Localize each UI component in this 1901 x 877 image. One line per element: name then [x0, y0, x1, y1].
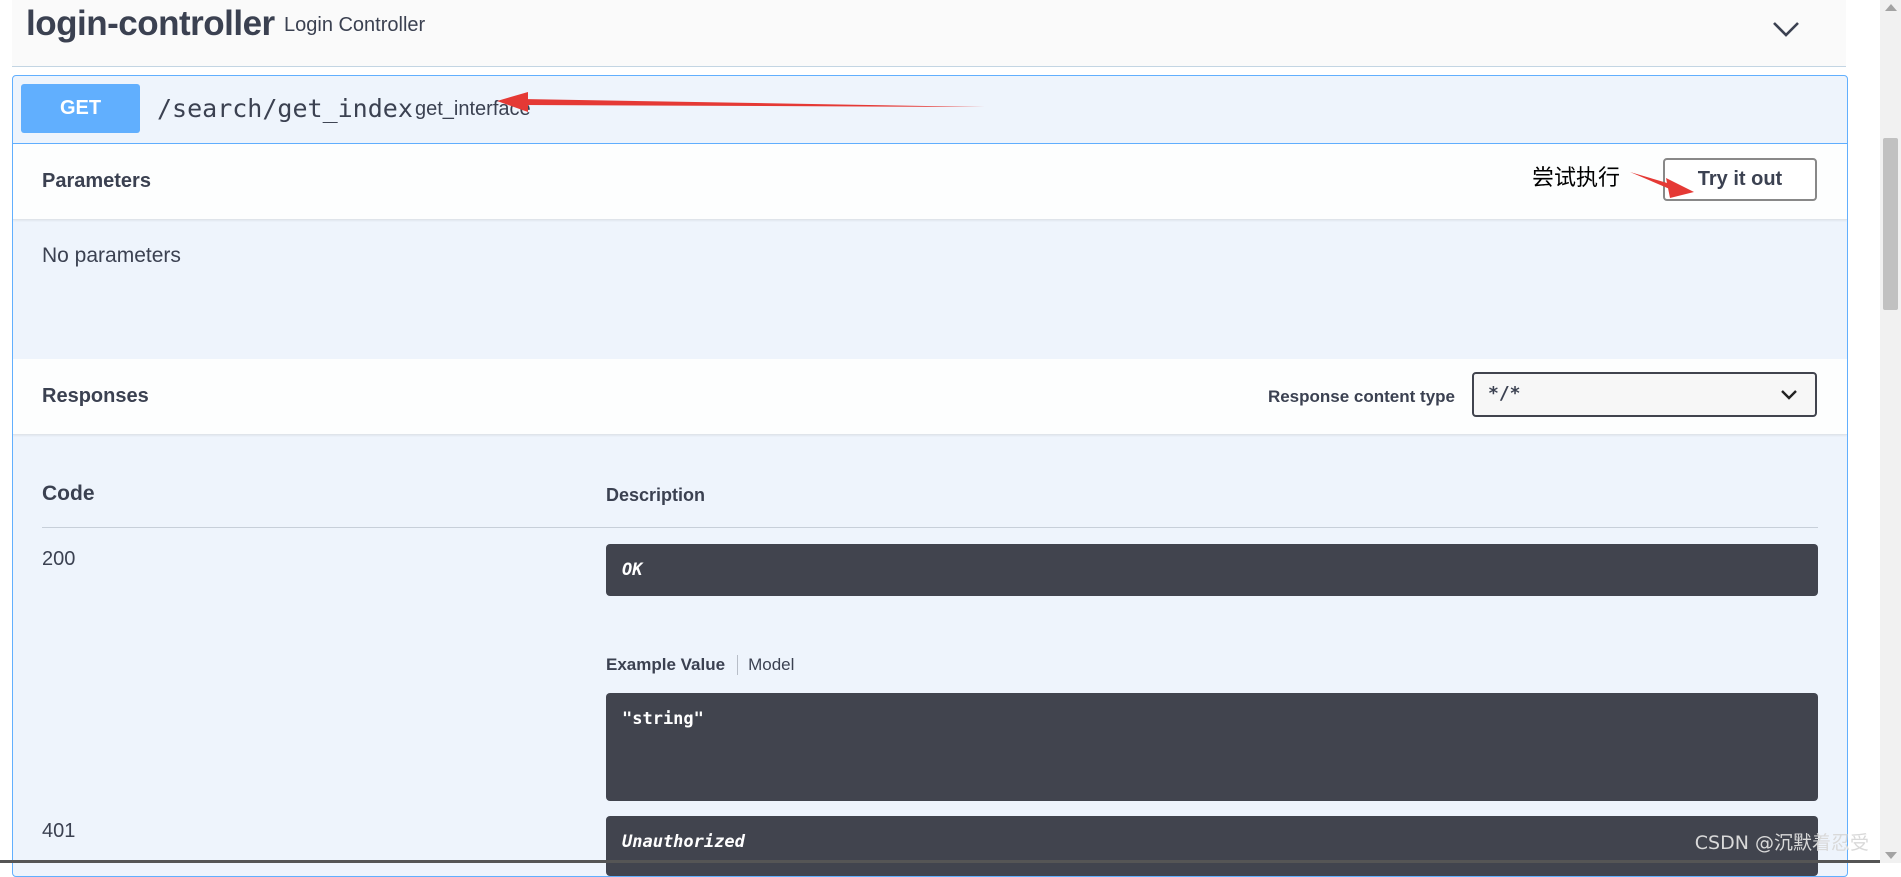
- vertical-scrollbar[interactable]: [1880, 0, 1901, 863]
- tag-header[interactable]: login-controller Login Controller: [12, 0, 1846, 67]
- col-code-header: Code: [42, 482, 95, 505]
- watermark: CSDN @沉默着忍受: [1694, 832, 1869, 854]
- header-divider: [42, 527, 1818, 528]
- model-tab[interactable]: Model: [738, 655, 794, 675]
- responses-header: Responses Response content type */*: [13, 359, 1847, 435]
- swagger-page: login-controller Login Controller GET /s…: [0, 0, 1880, 877]
- response-description-401: Unauthorized: [606, 816, 1818, 876]
- method-badge: GET: [21, 84, 140, 133]
- chevron-down-icon[interactable]: [1770, 14, 1802, 44]
- example-tabs: Example Value Model: [606, 651, 794, 679]
- parameters-title: Parameters: [42, 170, 151, 192]
- col-description-header: Description: [606, 485, 706, 505]
- scroll-thumb[interactable]: [1883, 138, 1898, 310]
- scroll-up-icon[interactable]: [1885, 4, 1897, 11]
- response-code-401: 401: [42, 820, 76, 842]
- response-code-200: 200: [42, 548, 76, 570]
- tag-description: Login Controller: [284, 14, 426, 36]
- chevron-down-icon: [1781, 390, 1797, 400]
- response-content-type-select[interactable]: */*: [1472, 372, 1817, 417]
- operation-path: /search/get_index: [157, 94, 413, 123]
- response-description-200: OK: [606, 544, 1818, 596]
- operation-summary[interactable]: GET /search/get_index get_interface: [13, 76, 1847, 144]
- annotation-try-note: 尝试执行: [1532, 166, 1621, 191]
- scroll-down-icon[interactable]: [1885, 852, 1897, 859]
- try-it-out-button[interactable]: Try it out: [1663, 158, 1817, 201]
- no-parameters-text: No parameters: [42, 244, 181, 267]
- response-content-type-value: */*: [1488, 383, 1521, 404]
- example-value-box: "string": [606, 693, 1818, 801]
- operation-summary-text: get_interface: [415, 98, 531, 120]
- responses-title: Responses: [42, 385, 149, 407]
- tag-name: login-controller: [26, 4, 275, 43]
- example-value-tab[interactable]: Example Value: [606, 655, 739, 675]
- response-content-type-label: Response content type: [1267, 387, 1455, 406]
